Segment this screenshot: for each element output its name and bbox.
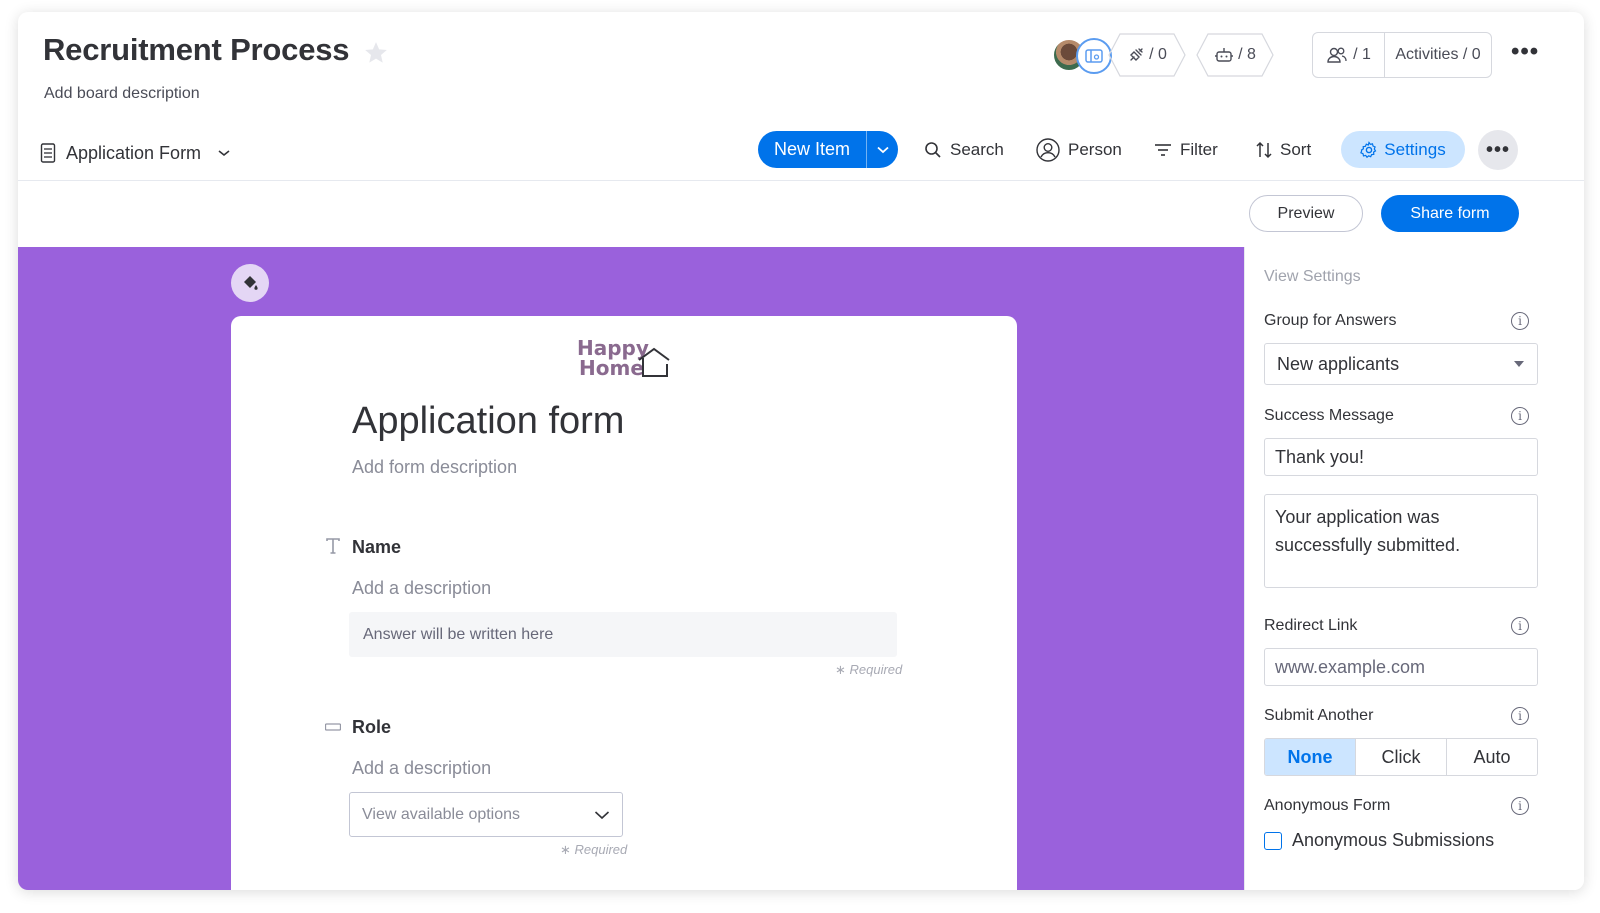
chevron-down-icon (218, 150, 230, 157)
submit-another-label: Submit Another (1264, 707, 1374, 724)
person-label: Person (1068, 140, 1122, 159)
logo-line2: Home (579, 356, 644, 380)
chevron-down-icon (594, 810, 610, 819)
activity-box: / 1 Activities / 0 (1312, 32, 1492, 78)
new-item-button[interactable]: New Item (758, 131, 866, 168)
anonymous-checkbox-label: Anonymous Submissions (1292, 830, 1495, 850)
question-label-role[interactable]: Role (352, 717, 391, 738)
search-label: Search (950, 140, 1004, 159)
caret-down-icon (1514, 361, 1524, 367)
question-description[interactable]: Add a description (352, 758, 491, 779)
text-type-icon (326, 538, 340, 554)
board-more-options-icon[interactable]: ••• (1511, 38, 1539, 66)
integrations-plug-icon (1130, 48, 1143, 61)
gear-icon (1360, 140, 1377, 158)
automations-count: / 8 (1238, 46, 1256, 63)
form-description[interactable]: Add form description (352, 457, 517, 478)
integrations-count: / 0 (1149, 46, 1167, 63)
redirect-link-label: Redirect Link (1264, 617, 1358, 634)
preview-button[interactable]: Preview (1249, 195, 1363, 232)
submit-another-toggle: None Click Auto (1264, 738, 1538, 776)
filter-button[interactable]: Filter (1154, 134, 1218, 166)
board-description[interactable]: Add board description (44, 85, 200, 103)
view-name: Application Form (66, 142, 202, 163)
toolbar-divider (18, 180, 1584, 181)
sort-icon (1256, 141, 1272, 159)
person-filter-button[interactable]: Person (1036, 134, 1122, 166)
redirect-link-input[interactable]: www.example.com (1264, 648, 1538, 686)
activities-button[interactable]: Activities / 0 (1385, 46, 1491, 64)
paint-bucket-glyph (244, 276, 258, 290)
board-view-avatar[interactable] (1076, 38, 1112, 74)
members-icon (1327, 47, 1347, 63)
new-item-button-group: New Item (758, 131, 898, 168)
dropdown-type-icon (325, 723, 341, 731)
info-icon[interactable]: i (1511, 707, 1529, 725)
group-for-answers-label: Group for Answers (1264, 312, 1397, 329)
board-title[interactable]: Recruitment Process (43, 32, 350, 68)
anonymous-checkbox[interactable] (1264, 831, 1282, 850)
automations-button[interactable]: / 8 (1196, 33, 1274, 77)
success-body-textarea[interactable]: Your application was successfully submit… (1264, 494, 1538, 588)
app-window: Recruitment Process Add board descriptio… (18, 12, 1584, 890)
required-label: ∗ Required (835, 662, 903, 677)
question-label-name[interactable]: Name (352, 537, 401, 558)
paint-bucket-icon[interactable] (231, 264, 269, 302)
form-card: Happy Home Application form Add form des… (231, 316, 1017, 890)
submit-option-click[interactable]: Click (1356, 739, 1447, 775)
person-icon (1036, 138, 1060, 162)
info-icon[interactable]: i (1511, 407, 1529, 425)
success-message-label: Success Message (1264, 407, 1394, 424)
members-count: / 1 (1353, 46, 1371, 63)
anonymous-submissions-row[interactable]: Anonymous Submissions (1264, 830, 1494, 851)
settings-button[interactable]: Settings (1341, 131, 1465, 168)
required-text: Required (849, 662, 903, 677)
house-icon (638, 347, 670, 377)
sort-label: Sort (1280, 140, 1312, 159)
success-title-input[interactable]: Thank you! (1264, 438, 1538, 476)
view-settings-panel: View Settings Group for Answers i New ap… (1244, 247, 1584, 890)
toolbar-more-icon[interactable]: ••• (1478, 130, 1518, 170)
filter-label: Filter (1180, 140, 1218, 159)
info-icon[interactable]: i (1511, 617, 1529, 635)
robot-icon (1215, 48, 1234, 62)
info-icon[interactable]: i (1511, 797, 1529, 815)
info-icon[interactable]: i (1511, 312, 1529, 330)
share-form-button[interactable]: Share form (1381, 195, 1519, 232)
answer-field[interactable]: Answer will be written here (349, 612, 897, 657)
view-selector[interactable]: Application Form (40, 138, 231, 168)
anonymous-form-label: Anonymous Form (1264, 797, 1391, 814)
required-label: ∗ Required (560, 842, 628, 857)
invite-members-button[interactable]: / 1 (1313, 33, 1385, 77)
submit-option-none[interactable]: None (1265, 739, 1356, 775)
question-description[interactable]: Add a description (352, 578, 491, 599)
group-select[interactable]: New applicants (1264, 343, 1538, 385)
group-select-value: New applicants (1277, 353, 1400, 374)
submit-option-auto[interactable]: Auto (1447, 739, 1537, 775)
role-select-placeholder: View available options (362, 805, 521, 823)
form-logo[interactable]: Happy Home (577, 338, 677, 382)
new-item-dropdown-button[interactable] (867, 131, 898, 168)
role-select[interactable]: View available options (349, 792, 623, 837)
search-icon (925, 142, 941, 158)
form-view-icon (40, 143, 56, 163)
search-button[interactable]: Search (924, 134, 1004, 166)
chevron-down-icon (876, 146, 889, 153)
board-eye-icon (1085, 49, 1103, 63)
sort-button[interactable]: Sort (1256, 134, 1311, 166)
favorite-star-icon[interactable] (363, 40, 389, 66)
required-text: Required (574, 842, 628, 857)
view-settings-title: View Settings (1264, 268, 1361, 285)
form-title[interactable]: Application form (352, 400, 624, 443)
form-canvas: Happy Home Application form Add form des… (18, 247, 1244, 890)
integrations-button[interactable]: / 0 (1108, 33, 1186, 77)
settings-label: Settings (1384, 139, 1446, 159)
filter-icon (1155, 144, 1171, 156)
